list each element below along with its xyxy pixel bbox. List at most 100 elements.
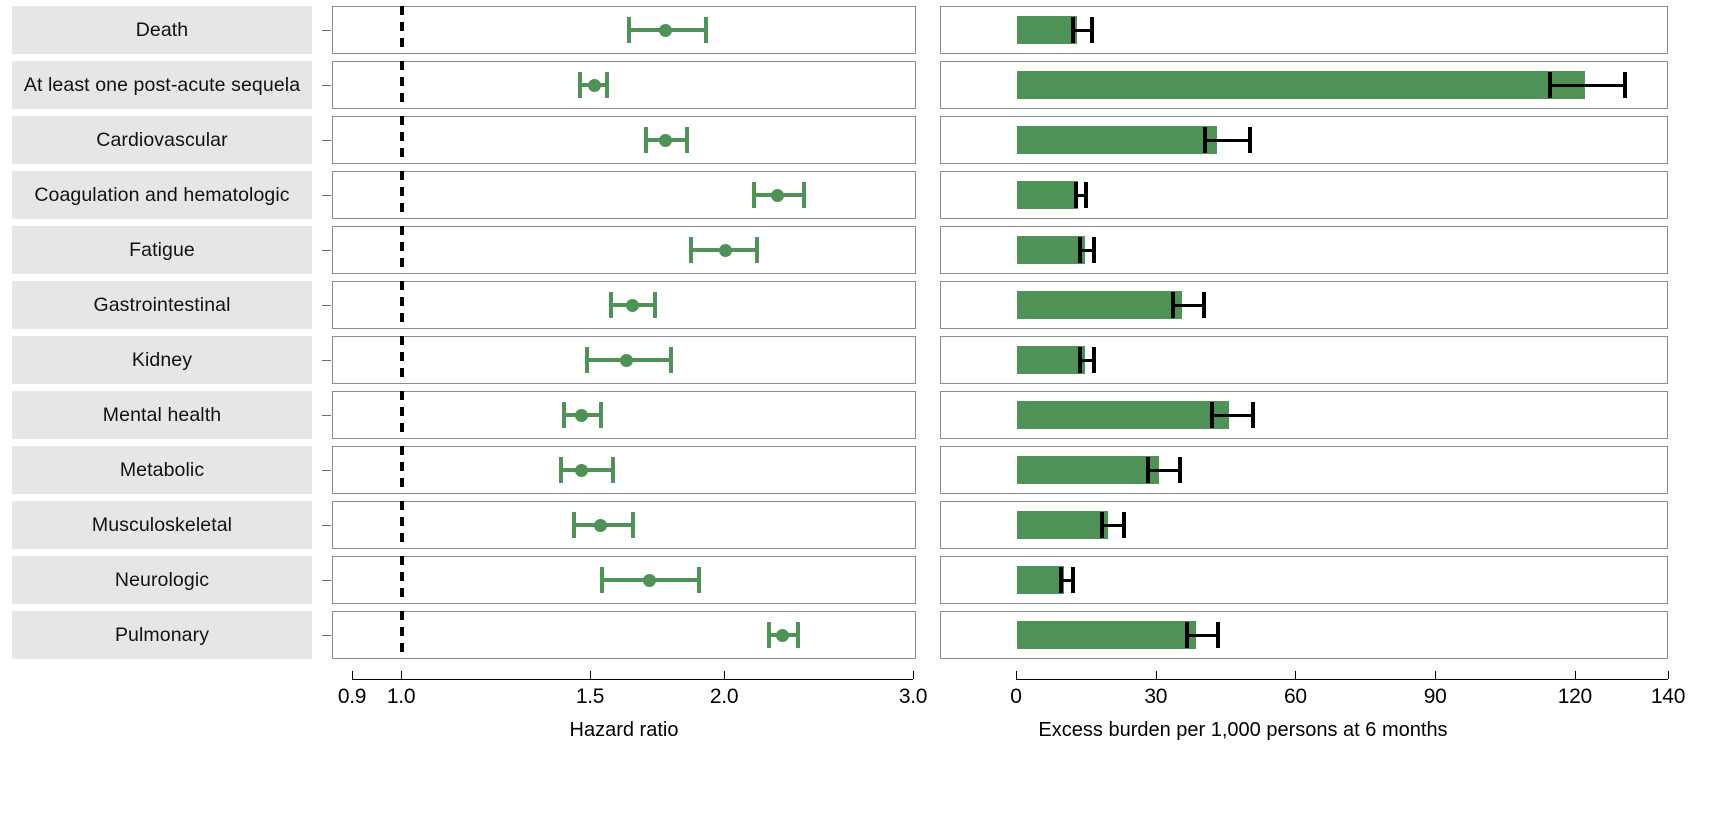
- right-panel-axis-tick: [1574, 671, 1576, 679]
- right-panel-axis-tick: [1155, 671, 1157, 679]
- ci-lower-cap: [767, 622, 772, 648]
- error-bar-lower-cap: [1170, 292, 1175, 318]
- row-tick-mark: [322, 305, 331, 306]
- reference-line: [400, 171, 405, 219]
- hazard-ratio-point: [575, 408, 589, 422]
- hazard-ratio-point: [642, 573, 656, 587]
- ci-lower-cap: [626, 17, 631, 43]
- excess-burden-bar: [1017, 236, 1085, 264]
- row-label-text: Musculoskeletal: [91, 513, 233, 536]
- forest-plot-row: [322, 6, 916, 54]
- bar-plot-row: [940, 116, 1668, 164]
- hazard-ratio-point: [775, 628, 789, 642]
- hazard-ratio-point: [771, 188, 785, 202]
- excess-burden-bar: [1017, 621, 1197, 649]
- error-bar-lower-cap: [1184, 622, 1189, 648]
- error-bar-line: [1170, 303, 1206, 307]
- left-panel-axis-tick: [724, 671, 726, 679]
- ci-upper-cap: [611, 457, 616, 483]
- forest-plot-row: [322, 556, 916, 604]
- right-panel-axis-tick-label: 0: [1010, 685, 1022, 708]
- hazard-ratio-point: [659, 23, 672, 37]
- error-bar-lower-cap: [1070, 17, 1075, 43]
- error-bar-lower-cap: [1078, 237, 1083, 263]
- bar-plot-row: [940, 6, 1668, 54]
- right-panel-axis-end-cap: [1668, 671, 1669, 679]
- error-bar-lower-cap: [1203, 127, 1208, 153]
- left-panel-axis-end-cap: [913, 671, 914, 679]
- error-bar-lower-cap: [1058, 567, 1063, 593]
- left-panel-axis-tick-label: 1.5: [575, 685, 605, 708]
- ci-lower-cap: [562, 402, 567, 428]
- error-bar-upper-cap: [1089, 17, 1094, 43]
- reference-line: [400, 281, 405, 329]
- row-label-text: Gastrointestinal: [93, 293, 231, 316]
- ci-upper-cap: [631, 512, 636, 538]
- forest-plot-row: [322, 611, 916, 659]
- right-panel-axis-tick-label: 140: [1650, 685, 1686, 708]
- error-bar-lower-cap: [1099, 512, 1104, 538]
- row-label: Metabolic: [12, 446, 312, 494]
- left-panel-axis-tick-label: 1.0: [386, 685, 416, 708]
- left-panel-axis-start-cap: [352, 671, 353, 679]
- error-bar-upper-cap: [1250, 402, 1255, 428]
- error-bar-upper-cap: [1201, 292, 1206, 318]
- row-tick-mark: [322, 415, 331, 416]
- error-bar-upper-cap: [1084, 182, 1089, 208]
- row-label-text: Death: [135, 18, 189, 41]
- row-tick-mark: [322, 30, 331, 31]
- excess-burden-bar: [1017, 456, 1160, 484]
- row-tick-mark: [322, 525, 331, 526]
- bar-plot-row: [940, 281, 1668, 329]
- hazard-ratio-panel: [322, 6, 916, 666]
- row-label-column: Death At least one post-acute sequela Card…: [12, 6, 312, 666]
- ci-lower-cap: [609, 292, 614, 318]
- left-panel-axis-tick-label: 2.0: [709, 685, 739, 708]
- left-panel-axis-title: Hazard ratio: [569, 719, 679, 741]
- row-label-text: At least one post-acute sequela: [23, 73, 301, 96]
- bar-plot-row: [940, 446, 1668, 494]
- error-bar-lower-cap: [1078, 347, 1083, 373]
- ci-upper-cap: [704, 17, 709, 43]
- row-tick-mark: [322, 140, 331, 141]
- error-bar-line: [1210, 413, 1255, 417]
- row-label: Pulmonary: [12, 611, 312, 659]
- ci-upper-cap: [684, 127, 689, 153]
- row-label: Mental health: [12, 391, 312, 439]
- ci-upper-cap: [605, 72, 610, 98]
- reference-line: [400, 611, 405, 659]
- ci-upper-cap: [669, 347, 674, 373]
- forest-plot-row: [322, 281, 916, 329]
- row-label: Gastrointestinal: [12, 281, 312, 329]
- bar-plot-row: [940, 61, 1668, 109]
- hazard-ratio-point: [620, 353, 634, 367]
- error-bar-upper-cap: [1248, 127, 1253, 153]
- ci-lower-cap: [578, 72, 583, 98]
- bar-plot-row: [940, 336, 1668, 384]
- excess-burden-bar: [1017, 401, 1229, 429]
- error-bar-line: [1203, 138, 1253, 142]
- row-tick-mark: [322, 635, 331, 636]
- right-panel-axis-tick-label: 90: [1423, 685, 1447, 708]
- forest-plot-row: [322, 391, 916, 439]
- forest-plot-row: [322, 446, 916, 494]
- error-bar-upper-cap: [1092, 237, 1097, 263]
- error-bar-upper-cap: [1215, 622, 1220, 648]
- excess-burden-panel: [940, 6, 1668, 666]
- reference-line: [400, 556, 405, 604]
- ci-upper-cap: [754, 237, 759, 263]
- excess-burden-bar: [1017, 181, 1078, 209]
- row-label: At least one post-acute sequela: [12, 61, 312, 109]
- right-panel-axis-start-cap: [1016, 671, 1017, 679]
- excess-burden-bar: [1017, 346, 1085, 374]
- row-tick-mark: [322, 470, 331, 471]
- reference-line: [400, 61, 405, 109]
- ci-upper-cap: [796, 622, 801, 648]
- ci-lower-cap: [752, 182, 757, 208]
- row-label: Cardiovascular: [12, 116, 312, 164]
- excess-burden-bar: [1017, 126, 1218, 154]
- reference-line: [400, 336, 405, 384]
- bar-plot-row: [940, 611, 1668, 659]
- row-tick-mark: [322, 195, 331, 196]
- excess-burden-bar: [1017, 566, 1064, 594]
